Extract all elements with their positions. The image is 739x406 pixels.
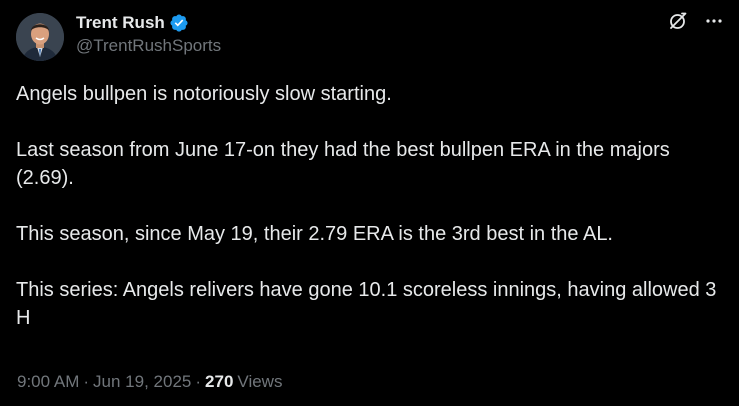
display-name-row: Trent Rush xyxy=(76,12,221,34)
grok-icon[interactable] xyxy=(667,10,689,32)
top-actions xyxy=(667,10,725,32)
meta-separator: · xyxy=(83,372,90,391)
tweet-meta: 9:00 AM · Jun 19, 2025 · 270 Views xyxy=(17,372,282,392)
avatar[interactable] xyxy=(16,13,64,61)
verified-badge-icon[interactable] xyxy=(169,13,189,33)
author-display-name[interactable]: Trent Rush xyxy=(76,13,165,33)
views-label: Views xyxy=(237,372,283,391)
tweet-time[interactable]: 9:00 AM xyxy=(17,372,79,392)
meta-separator: · xyxy=(195,372,202,391)
tweet-paragraph: Last season from June 17-on they had the… xyxy=(16,139,670,189)
tweet-paragraph: This season, since May 19, their 2.79 ER… xyxy=(16,223,613,245)
tweet-date[interactable]: Jun 19, 2025 xyxy=(93,372,191,392)
author-handle[interactable]: @TrentRushSports xyxy=(76,36,221,56)
tweet-text: Angels bullpen is notoriously slow start… xyxy=(16,80,728,332)
more-icon[interactable] xyxy=(703,10,725,32)
views-count: 270 xyxy=(205,372,234,391)
author-block: Trent Rush @TrentRushSports xyxy=(76,12,221,56)
tweet-paragraph: This series: Angels relivers have gone 1… xyxy=(16,279,717,329)
tweet: Trent Rush @TrentRushSports Angels bullp… xyxy=(0,0,739,406)
tweet-paragraph: Angels bullpen is notoriously slow start… xyxy=(16,83,392,105)
